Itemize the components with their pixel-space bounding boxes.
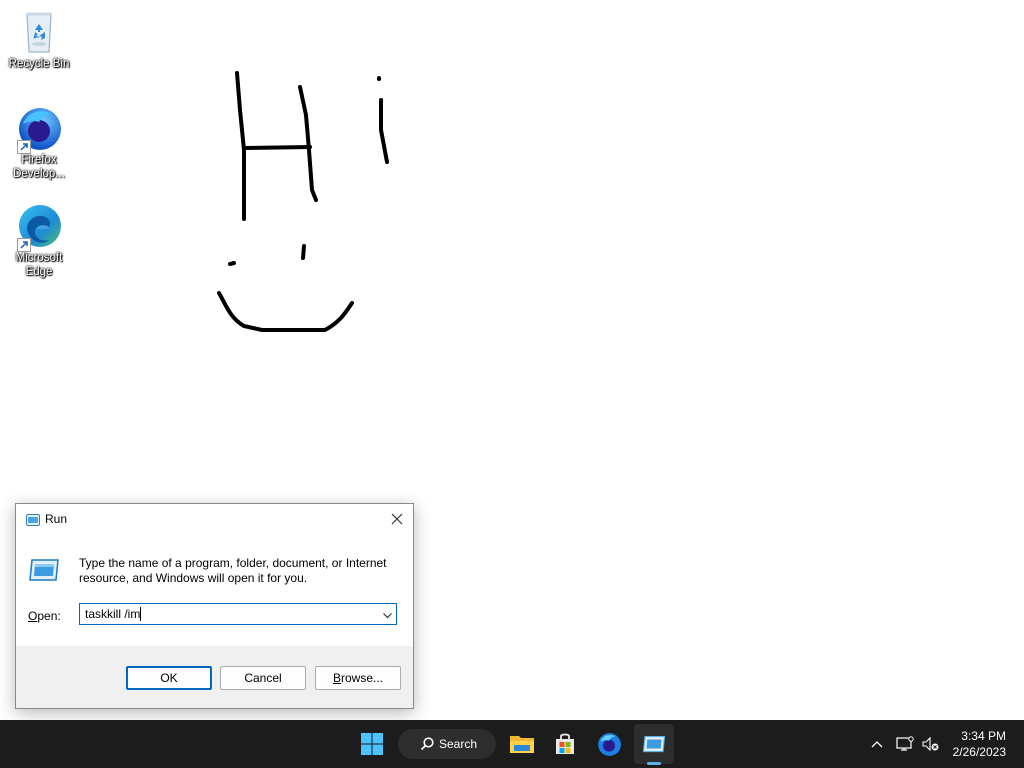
network-button[interactable] [893,720,917,768]
open-combobox[interactable]: taskkill /im [79,603,397,625]
run-icon [642,735,666,753]
open-input[interactable]: taskkill /im [85,607,142,621]
run-icon [26,513,40,531]
clock-time: 3:34 PM [961,729,1006,743]
browse-button-accesskey: B [332,671,341,685]
cancel-button[interactable]: Cancel [220,666,306,690]
taskbar-clock[interactable]: 3:34 PM 2/26/2023 [940,728,1020,760]
doodle-stroke-h-left [235,71,246,221]
doodle-stroke-left-eye [228,261,236,266]
doodle-stroke-h-right [298,85,318,202]
open-label: Open: [28,609,61,623]
open-label-rest: pen: [37,609,61,623]
clock-date: 2/26/2023 [952,745,1006,759]
browse-button[interactable]: Browse... [315,666,401,690]
doodle-stroke-h-bar [242,145,312,150]
volume-muted-icon [922,736,939,752]
search-icon [420,737,434,751]
run-program-icon [28,558,60,587]
taskbar-search[interactable]: Search [398,729,496,759]
show-hidden-icons-button[interactable] [866,720,888,768]
microsoft-store-icon [556,733,574,754]
open-input-value: taskkill /im [85,607,141,621]
run-dialog-title: Run [45,512,68,526]
doodle-stroke-i [379,98,389,164]
run-dialog: Run Type the name of a program, folder, … [15,503,414,709]
run-dialog-titlebar[interactable]: Run [16,504,413,534]
start-button[interactable] [352,724,392,764]
chevron-down-icon[interactable] [382,608,393,626]
close-icon [391,513,403,525]
taskbar-microsoft-store[interactable] [545,724,585,764]
start-icon [361,733,383,755]
ok-button[interactable]: OK [126,666,212,690]
taskbar-file-explorer[interactable] [502,724,542,764]
doodle-stroke-right-eye [301,244,306,260]
open-label-accesskey: O [28,609,38,623]
firefox-developer-icon [598,733,621,756]
text-cursor [140,607,142,621]
taskbar: Search 3:34 PM 2/26/2023 [0,720,1024,768]
network-icon [896,736,914,751]
taskbar-run[interactable] [634,724,674,764]
close-button[interactable] [381,504,413,534]
chevron-up-icon [871,741,883,748]
taskbar-firefox-developer[interactable] [589,724,629,764]
search-label: Search [439,737,478,751]
taskbar-active-indicator [647,762,661,765]
browse-button-label-rest: rowse... [341,671,384,685]
doodle-stroke-smile [217,291,354,332]
run-dialog-body: Type the name of a program, folder, docu… [16,534,413,646]
file-explorer-icon [510,736,534,753]
run-dialog-description: Type the name of a program, folder, docu… [79,556,387,585]
